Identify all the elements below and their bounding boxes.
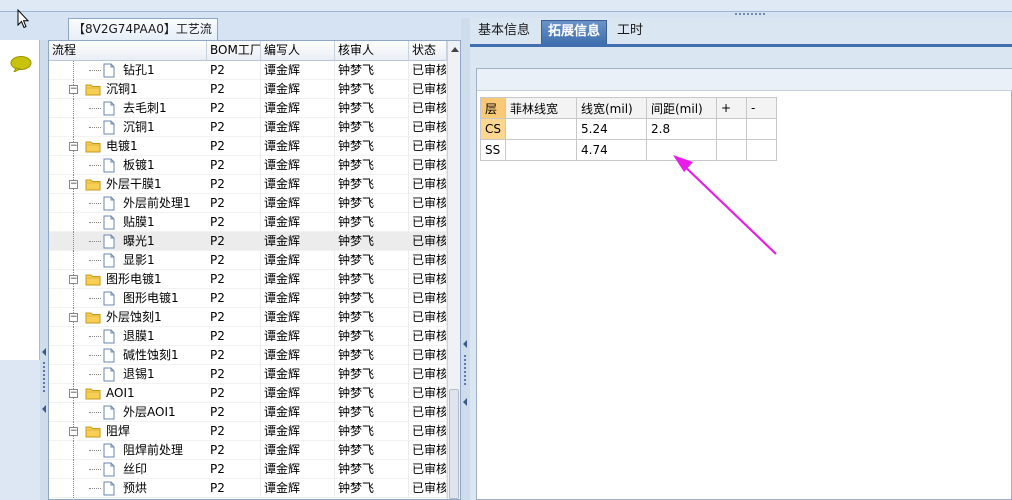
annotation-arrow — [673, 155, 777, 255]
